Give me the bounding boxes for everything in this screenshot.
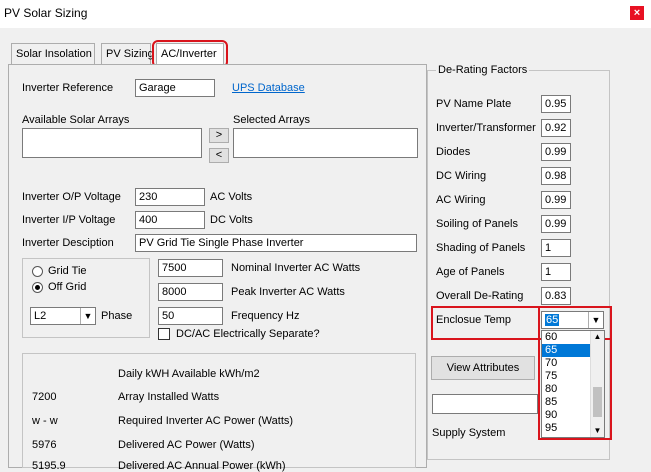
ups-database-link[interactable]: UPS Database — [232, 82, 305, 94]
off-grid-radio[interactable] — [32, 282, 43, 293]
tab-solar-insolation[interactable]: Solar Insolation — [11, 43, 95, 65]
ac-wiring-label: AC Wiring — [436, 194, 486, 206]
peak-watts-label: Peak Inverter AC Watts — [231, 286, 345, 298]
dc-wiring-input[interactable]: 0.98 — [541, 167, 571, 185]
diodes-label: Diodes — [436, 146, 471, 158]
grid-tie-radio[interactable] — [32, 266, 43, 277]
pv-name-plate-label: PV Name Plate — [436, 98, 512, 110]
annual-power-value: 5195.9 — [32, 460, 66, 472]
overall-derating-label: Overall De-Rating — [436, 290, 524, 302]
pv-name-plate-input[interactable]: 0.95 — [541, 95, 571, 113]
soiling-label: Soiling of Panels — [436, 218, 518, 230]
grid-tie-label: Grid Tie — [48, 265, 87, 277]
array-watts-label: Array Installed Watts — [118, 391, 220, 403]
inverter-transformer-label: Inverter/Transformer — [436, 122, 536, 134]
delivered-power-value: 5976 — [32, 439, 57, 451]
view-attributes-button[interactable]: View Attributes — [431, 356, 535, 380]
frequency-input[interactable]: 50 — [158, 307, 223, 325]
results-header: Daily kWH Available kWh/m2 — [118, 368, 260, 380]
overall-derating-input[interactable]: 0.83 — [541, 287, 571, 305]
phase-label: Phase — [101, 310, 133, 322]
delivered-power-label: Delivered AC Power (Watts) — [118, 439, 255, 451]
array-watts-value: 7200 — [32, 391, 57, 403]
ip-voltage-label: Inverter I/P Voltage — [22, 214, 116, 226]
phase-select[interactable]: L2 ▼ — [30, 307, 96, 325]
close-button[interactable]: × — [630, 6, 644, 20]
dropdown-highlight-box — [538, 306, 612, 440]
move-left-button[interactable]: < — [209, 148, 229, 163]
peak-watts-input[interactable]: 8000 — [158, 283, 223, 301]
dc-wiring-label: DC Wiring — [436, 170, 487, 182]
move-right-button[interactable]: > — [209, 128, 229, 143]
ip-voltage-unit: DC Volts — [210, 214, 253, 226]
nominal-watts-label: Nominal Inverter AC Watts — [231, 262, 361, 274]
selected-arrays-label: Selected Arrays — [233, 114, 311, 126]
op-voltage-unit: AC Volts — [210, 191, 253, 203]
required-power-label: Required Inverter AC Power (Watts) — [118, 415, 294, 427]
op-voltage-label: Inverter O/P Voltage — [22, 191, 121, 203]
supply-system-input[interactable] — [432, 394, 538, 414]
derating-title: De-Rating Factors — [436, 64, 530, 76]
frequency-label: Frequency Hz — [231, 310, 300, 322]
phase-value: L2 — [34, 310, 47, 322]
age-label: Age of Panels — [436, 266, 505, 278]
available-arrays-list[interactable] — [22, 128, 202, 158]
inverter-reference-label: Inverter Reference — [22, 82, 114, 94]
tab-pv-sizing[interactable]: PV Sizing — [101, 43, 154, 65]
off-grid-label: Off Grid — [48, 281, 87, 293]
diodes-input[interactable]: 0.99 — [541, 143, 571, 161]
inverter-transformer-input[interactable]: 0.92 — [541, 119, 571, 137]
shading-input[interactable]: 1 — [541, 239, 571, 257]
soiling-input[interactable]: 0.99 — [541, 215, 571, 233]
ac-wiring-input[interactable]: 0.99 — [541, 191, 571, 209]
description-input[interactable]: PV Grid Tie Single Phase Inverter — [135, 234, 417, 252]
available-arrays-label: Available Solar Arrays — [22, 114, 130, 126]
separate-label: DC/AC Electrically Separate? — [176, 328, 320, 340]
age-input[interactable]: 1 — [541, 263, 571, 281]
shading-label: Shading of Panels — [436, 242, 526, 254]
title-bar — [0, 0, 651, 28]
description-label: Inverter Desciption — [22, 237, 114, 249]
nominal-watts-input[interactable]: 7500 — [158, 259, 223, 277]
op-voltage-input[interactable]: 230 — [135, 188, 205, 206]
required-power-value: w - w — [32, 415, 58, 427]
supply-system-label: Supply System — [432, 427, 506, 439]
chevron-down-icon[interactable]: ▼ — [80, 308, 95, 324]
separate-checkbox[interactable] — [158, 328, 170, 340]
annual-power-label: Delivered AC Annual Power (kWh) — [118, 460, 286, 472]
ip-voltage-input[interactable]: 400 — [135, 211, 205, 229]
selected-arrays-list[interactable] — [233, 128, 418, 158]
inverter-reference-input[interactable]: Garage — [135, 79, 215, 97]
window-title: PV Solar Sizing — [4, 6, 88, 20]
enclosure-temp-label: Enclosue Temp — [436, 314, 512, 326]
